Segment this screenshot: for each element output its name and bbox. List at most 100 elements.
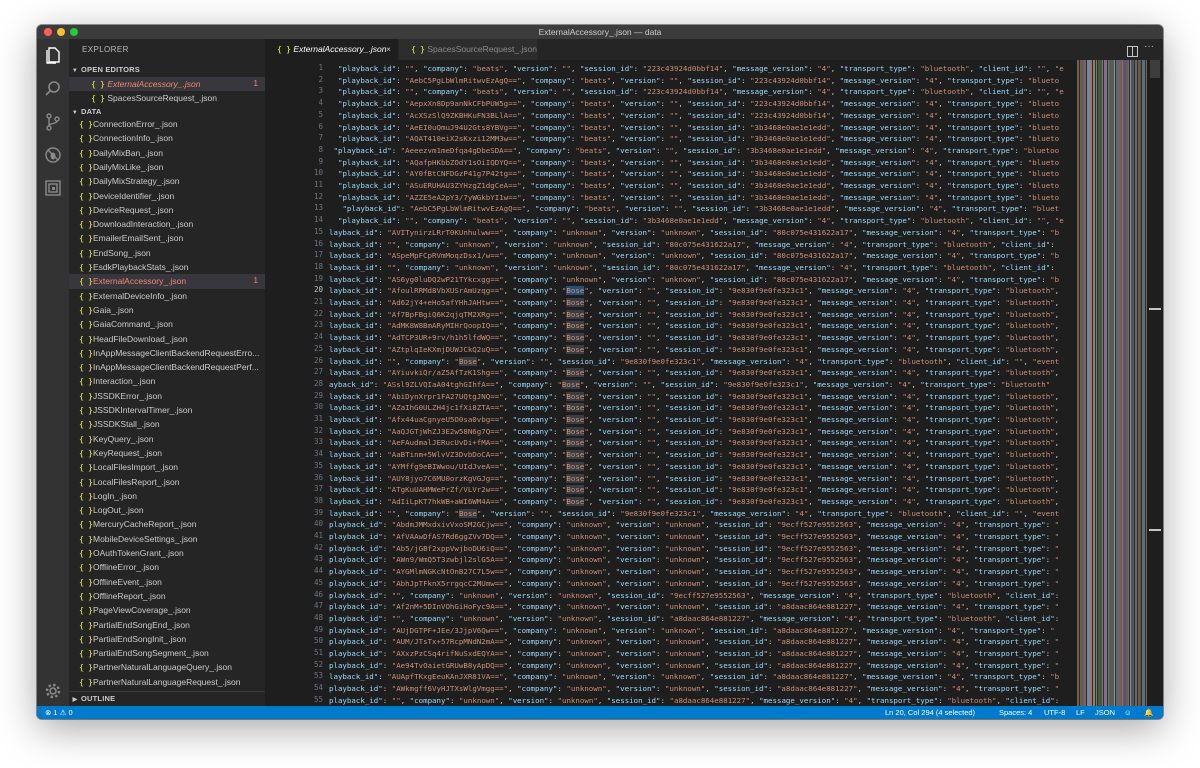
code-line[interactable]: layback_id": "", "company": "Bose", "ver…	[329, 356, 1059, 368]
minimap[interactable]	[1077, 60, 1148, 706]
tab-external-accessory[interactable]: { } ExternalAccessory_.json ×	[265, 39, 398, 60]
file-item[interactable]: { }ExternalDeviceInfo_.json	[69, 289, 265, 303]
code-line[interactable]: playback_id": "AWn9/WmQ5T3zwbjl2slG5A=="…	[329, 554, 1059, 566]
code-line[interactable]: "playback_id": "AebC5PgLbWlmRitwvEzAgQ==…	[329, 75, 1059, 87]
file-item[interactable]: { }GaiaCommand_.json	[69, 317, 265, 331]
code-line[interactable]: "playback_id": "AcXSzSlQ9ZKBHKuFN3BLlA==…	[329, 110, 1059, 122]
code-line[interactable]: "playback_id": "AY0fBtCNFDGzP41g7P42tg==…	[329, 168, 1059, 180]
code-line[interactable]: layback_id": "AdMK8W8BmARyMIHrQoopIQ==",…	[329, 320, 1059, 332]
file-item[interactable]: { }HeadFileDownload_.json	[69, 332, 265, 346]
extensions-icon[interactable]	[43, 178, 63, 198]
file-item[interactable]: { }DeviceRequest_.json	[69, 203, 265, 217]
code-line[interactable]: layback_id": "AaBTinm+5WlvVZ3DvbDoCA==",…	[329, 449, 1059, 461]
code-line[interactable]: layback_id": "AdTCP3UR+9rv/h1h5lfdWQ==",…	[329, 332, 1059, 344]
code-line[interactable]: playback_id": "AXxzPzCSq4rifNuSxdEQYA=="…	[329, 648, 1059, 660]
cursor-position[interactable]: Ln 20, Col 294 (4 selected)	[885, 706, 975, 719]
notifications-bell-icon[interactable]: 🔔	[1144, 706, 1153, 719]
code-line[interactable]: playback_id": "AYGMlmNGKcNtOnB27C7L5w=="…	[329, 566, 1059, 578]
file-item[interactable]: { }DeviceIdentifier_.json	[69, 189, 265, 203]
close-window-button[interactable]	[44, 28, 52, 36]
code-line[interactable]: playback_id": "AfVAAwDfAS7Rd6ggZVv7DQ=="…	[329, 531, 1059, 543]
file-item[interactable]: { }Gaia_.json	[69, 303, 265, 317]
file-item[interactable]: { }OfflineReport_.json	[69, 589, 265, 603]
code-line[interactable]: playback_id": "Ab5/jGBf2xppVwjboDU6iQ=="…	[329, 543, 1059, 555]
file-item[interactable]: { }EsdkPlaybackStats_.json	[69, 260, 265, 274]
file-item[interactable]: { }DownloadInteraction_.json	[69, 217, 265, 231]
indentation-setting[interactable]: Spaces: 4	[999, 706, 1032, 719]
code-line[interactable]: "playback_id": "", "company": "beats", "…	[329, 63, 1064, 75]
encoding-setting[interactable]: UTF-8	[1044, 706, 1065, 719]
code-line[interactable]: layback_id": "AdIiLpKT7hkWB+aWI6WM4A==",…	[329, 496, 1059, 508]
code-line[interactable]: "playback_id": "AepxXn8Dp9anNkCFbPUW5g==…	[329, 98, 1059, 110]
code-line[interactable]: layback_id": "AfoulRRMd8VbXUSrAmUzqg==",…	[329, 285, 1059, 297]
file-item[interactable]: { }JSSDKIntervalTimer_.json	[69, 403, 265, 417]
code-line[interactable]: playback_id": "", "company": "unknown", …	[329, 695, 1059, 706]
file-item[interactable]: { }LocalFilesReport_.json	[69, 475, 265, 489]
code-line[interactable]: layback_id": "AS6yg0luDQ2wP21TYkcxgg==",…	[329, 274, 1059, 286]
outline-header[interactable]: ▶ OUTLINE	[69, 691, 265, 705]
code-line[interactable]: playback_id": "AUM/JTsTx+57RcpMNdN2mA=="…	[329, 636, 1059, 648]
code-area[interactable]: "playback_id": "", "company": "beats", "…	[329, 60, 1074, 706]
feedback-smiley-icon[interactable]: ☺	[1124, 706, 1132, 719]
file-item[interactable]: { }KeyRequest_.json	[69, 446, 265, 460]
code-line[interactable]: playback_id": "AbhJpTFknX5rrgqcC2MUmw=="…	[329, 578, 1059, 590]
file-item[interactable]: { }OfflineError_.json	[69, 560, 265, 574]
code-line[interactable]: layback_id": "AbiDynXrpr1FA27UQtgJNQ==",…	[329, 391, 1059, 403]
code-line[interactable]: "playback_id": "AQafpHKbbZOdY1sOiIQDYQ==…	[329, 157, 1059, 169]
code-line[interactable]: "playback_id": "AeEI0uQmuJ94U2Gts8YBVg==…	[329, 122, 1059, 134]
code-line[interactable]: layback_id": "AZtplqIeKXmjDUWJCkQ2uQ==",…	[329, 344, 1059, 356]
code-line[interactable]: ayback_id": "ASsl9ZLVQIaA04tghGIhfA==", …	[329, 379, 1050, 391]
file-item[interactable]: { }OfflineEvent_.json	[69, 575, 265, 589]
debug-icon[interactable]	[43, 145, 63, 165]
source-control-icon[interactable]	[43, 112, 63, 132]
file-item[interactable]: { }PartialEndSongInit_.json	[69, 632, 265, 646]
code-line[interactable]: layback_id": "AUApfTKxgEeuKAnJXR81VA==",…	[329, 671, 1059, 683]
code-line[interactable]: "playback_id": "AQAT410eiX2sKxzi12MM3w==…	[329, 133, 1059, 145]
tab-spaces-source-request[interactable]: { } SpacesSourceRequest_.json	[399, 39, 537, 60]
file-item[interactable]: { }LogIn_.json	[69, 489, 265, 503]
problems-indicator[interactable]: ⊗ 1 ⚠ 0	[45, 706, 73, 719]
minimize-window-button[interactable]	[57, 28, 65, 36]
code-line[interactable]: layback_id": "Afx44uaCgnyeU5O0sa0vbg==",…	[329, 414, 1059, 426]
file-item[interactable]: { }PageViewCoverage_.json	[69, 603, 265, 617]
file-item[interactable]: { }PartialEndSongSegment_.json	[69, 646, 265, 660]
open-editor-item[interactable]: { } SpacesSourceRequest_.json	[69, 91, 265, 105]
open-editor-item[interactable]: { } ExternalAccessory_.json 1	[69, 77, 265, 91]
file-item[interactable]: { }DailyMixStrategy_.json	[69, 174, 265, 188]
eol-setting[interactable]: LF	[1076, 706, 1085, 719]
code-line[interactable]: layback_id": "", "company": "unknown", "…	[329, 239, 1055, 251]
file-item[interactable]: { }KeyQuery_.json	[69, 432, 265, 446]
file-item[interactable]: { }EmailerEmailSent_.json	[69, 231, 265, 245]
file-item[interactable]: { }InAppMessageClientBackendRequestErro.…	[69, 346, 265, 360]
language-mode[interactable]: JSON	[1095, 706, 1115, 719]
file-item[interactable]: { }ConnectionError_.json	[69, 117, 265, 131]
file-item[interactable]: { }PartialEndSongEnd_.json	[69, 618, 265, 632]
file-item[interactable]: { }LocalFilesImport_.json	[69, 460, 265, 474]
code-line[interactable]: layback_id": "", "company": "Bose", "ver…	[329, 508, 1059, 520]
code-line[interactable]: layback_id": "", "company": "unknown", "…	[329, 262, 1055, 274]
settings-gear-icon[interactable]	[43, 681, 63, 701]
file-item[interactable]: { }ExternalAccessory_.json 1	[69, 274, 265, 289]
code-line[interactable]: playback_id": "Af2nM+5DInVOhGiHoFyc9A=="…	[329, 601, 1059, 613]
code-line[interactable]: layback_id": "AaQJGTjWhZJ3E2w58N6g7Q==",…	[329, 426, 1059, 438]
code-line[interactable]: "playback_id": "AebC5PgLbWlmRitwvEzAgQ==…	[329, 203, 1059, 215]
code-line[interactable]: layback_id": "AUY8jyo7C6MU0orzKgVGJg==",…	[329, 473, 1059, 485]
code-line[interactable]: playback_id": "", "company": "unknown", …	[329, 613, 1059, 625]
open-editors-header[interactable]: ▼ OPEN EDITORS	[69, 63, 265, 76]
more-actions-icon[interactable]: ···	[1144, 41, 1154, 52]
code-line[interactable]: playback_id": "AWkmgff6VyHJTXsWlgVmgg=="…	[329, 683, 1059, 695]
code-line[interactable]: playback_id": "", "company": "unknown", …	[329, 590, 1059, 602]
code-line[interactable]: "playback_id": "AZZE5eA2pY3/7yWGkbYI1w==…	[329, 192, 1059, 204]
code-line[interactable]: "playback_id": "Aeeezvm1meDfqa4gDbeSDA==…	[329, 145, 1059, 157]
file-item[interactable]: { }DailyMixBan_.json	[69, 146, 265, 160]
code-editor[interactable]: 1 2 3 4 5 6 7 8 9 10 11 12 13 14 15 16 17 18 19 20 21 22 23 24 2…	[265, 60, 1163, 706]
code-line[interactable]: playback_id": "AbdmJMMxdxivVxoSM2GCjw=="…	[329, 519, 1059, 531]
file-item[interactable]: { }DailyMixLike_.json	[69, 160, 265, 174]
file-item[interactable]: { }JSSDKError_.json	[69, 389, 265, 403]
code-line[interactable]: playback_id": "Ae94TvOaietGRUwB8yApDQ=="…	[329, 660, 1059, 672]
code-line[interactable]: layback_id": "Ad62jY4+eHo5afYHhJAHtw==",…	[329, 297, 1059, 309]
files-icon[interactable]	[43, 45, 63, 65]
vertical-scrollbar[interactable]	[1147, 60, 1163, 706]
code-line[interactable]: layback_id": "AYMffg9eBIWwou/UIdJveA==",…	[329, 461, 1059, 473]
file-item[interactable]: { }OAuthTokenGrant_.json	[69, 546, 265, 560]
